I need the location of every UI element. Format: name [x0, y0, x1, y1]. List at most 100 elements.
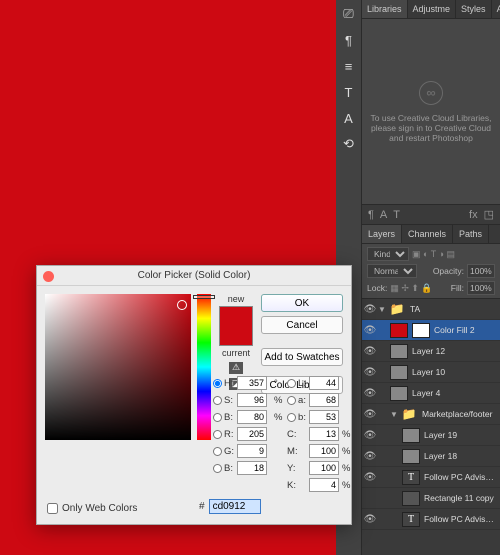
opacity-label: Opacity:	[433, 266, 464, 276]
layer-row[interactable]: 👁Layer 12	[362, 341, 500, 362]
color-values-grid: H:° L: S:% a: B:% b: R: C:% G: M:% B: Y:…	[213, 376, 349, 492]
visibility-icon[interactable]: 👁	[362, 325, 378, 336]
layer-row[interactable]: 👁Layer 19	[362, 425, 500, 446]
layer-thumb	[390, 365, 408, 380]
tool-icon[interactable]: ⎚	[341, 6, 357, 22]
color-swatch	[219, 306, 253, 346]
bb-radio[interactable]: b:	[287, 412, 306, 423]
tab-paths[interactable]: Paths	[453, 225, 489, 243]
l-input[interactable]	[309, 376, 339, 390]
tab-layers[interactable]: Layers	[362, 225, 402, 243]
minipanel-icon[interactable]: ¶	[368, 209, 374, 221]
bb-label[interactable]: B:	[213, 463, 234, 474]
layer-thumb: T	[402, 512, 420, 527]
a-input[interactable]	[309, 393, 339, 407]
tab-channels[interactable]: Channels	[402, 225, 453, 243]
color-picker-dialog: Color Picker (Solid Color) new current ⚠…	[36, 265, 352, 525]
tool-icon[interactable]: T	[341, 84, 357, 100]
y-label: Y:	[287, 463, 306, 474]
minipanel-icon[interactable]: fx	[469, 209, 478, 221]
visibility-icon[interactable]: 👁	[362, 430, 378, 441]
visibility-icon[interactable]: 👁	[362, 304, 378, 315]
tool-icon[interactable]: A	[341, 110, 357, 126]
opacity-input[interactable]	[467, 264, 495, 278]
disclosure-icon[interactable]: ▼	[390, 410, 400, 419]
gamut-warning-icon[interactable]: ⚠	[229, 362, 243, 374]
bv-radio[interactable]: B:	[213, 412, 234, 423]
bb-input[interactable]	[237, 461, 267, 475]
bv-input[interactable]	[237, 410, 267, 424]
c-label: C:	[287, 429, 306, 440]
visibility-icon[interactable]: 👁	[362, 409, 378, 420]
fill-label: Fill:	[451, 283, 464, 293]
layer-thumb	[390, 386, 408, 401]
c-input[interactable]	[309, 427, 339, 441]
layer-kind-select[interactable]: Kind	[367, 247, 409, 261]
tool-icon[interactable]: ⟲	[341, 136, 357, 152]
hash-label: #	[199, 501, 205, 512]
layer-row[interactable]: 👁▼📁TA	[362, 299, 500, 320]
tab-styles[interactable]: Styles	[456, 0, 492, 18]
layer-row[interactable]: Rectangle 11 copy	[362, 488, 500, 509]
lock-icons[interactable]: ▦ ✢ ⬆ 🔒	[390, 283, 432, 294]
lib-text: To use Creative Cloud Libraries,	[371, 113, 492, 123]
k-input[interactable]	[309, 478, 339, 492]
h-radio[interactable]: H:	[213, 378, 234, 389]
tool-icon[interactable]: ≡	[341, 58, 357, 74]
minipanel-icon[interactable]: ◳	[484, 208, 494, 221]
s-radio[interactable]: S:	[213, 395, 234, 406]
minipanel-icon[interactable]: T	[393, 209, 400, 221]
fill-input[interactable]	[467, 281, 495, 295]
layers-list[interactable]: 👁▼📁TA👁Color Fill 2👁Layer 12👁Layer 10👁Lay…	[362, 299, 500, 555]
layer-row[interactable]: 👁 Layer 18	[362, 446, 500, 467]
g-label[interactable]: G:	[213, 446, 234, 457]
hue-handle[interactable]	[193, 295, 215, 299]
ok-button[interactable]: OK	[261, 294, 343, 312]
visibility-icon[interactable]: 👁	[362, 451, 378, 462]
filter-icons[interactable]: ▣ ◐ T ◑ ▤	[412, 249, 455, 260]
tab-actions[interactable]: Actions	[492, 0, 500, 18]
layer-thumb	[402, 491, 420, 506]
layer-name: Layer 4	[412, 388, 497, 398]
visibility-icon[interactable]: 👁	[362, 388, 378, 399]
layer-row[interactable]: 👁TFollow PC Advisor on Twitt…	[362, 509, 500, 530]
tab-adjustments[interactable]: Adjustme	[408, 0, 457, 18]
h-input[interactable]	[237, 376, 267, 390]
l-radio[interactable]: L:	[287, 378, 306, 389]
minipanel-icon[interactable]: A	[380, 209, 387, 221]
visibility-icon[interactable]: 👁	[362, 367, 378, 378]
layer-row[interactable]: 👁▼📁Marketplace/footer	[362, 404, 500, 425]
add-swatches-button[interactable]: Add to Swatches	[261, 348, 343, 366]
layer-row[interactable]: 👁Color Fill 2	[362, 320, 500, 341]
close-icon[interactable]	[43, 271, 54, 282]
cancel-button[interactable]: Cancel	[261, 316, 343, 334]
r-label[interactable]: R:	[213, 429, 234, 440]
g-input[interactable]	[237, 444, 267, 458]
color-field[interactable]	[45, 294, 191, 440]
hue-slider[interactable]	[197, 294, 211, 440]
layer-row[interactable]: 👁TFollow PC Advisor on Face…	[362, 467, 500, 488]
b-input[interactable]	[309, 410, 339, 424]
r-input[interactable]	[237, 427, 267, 441]
m-input[interactable]	[309, 444, 339, 458]
y-input[interactable]	[309, 461, 339, 475]
visibility-icon[interactable]: 👁	[362, 472, 378, 483]
tab-libraries[interactable]: Libraries	[362, 0, 408, 18]
layer-name: Follow PC Advisor on Face…	[424, 472, 497, 482]
hex-input[interactable]	[209, 499, 261, 514]
lib-text: and restart Photoshop	[389, 133, 473, 143]
visibility-icon[interactable]: 👁	[362, 346, 378, 357]
lib-text: please sign in to Creative Cloud	[371, 123, 491, 133]
a-radio[interactable]: a:	[287, 395, 306, 406]
disclosure-icon[interactable]: ▼	[378, 305, 388, 314]
s-input[interactable]	[237, 393, 267, 407]
layer-name: Layer 18	[424, 451, 497, 461]
layer-row[interactable]: 👁 Layer 4	[362, 383, 500, 404]
color-marker[interactable]	[177, 300, 187, 310]
visibility-icon[interactable]: 👁	[362, 514, 378, 525]
blend-mode-select[interactable]: Normal	[367, 264, 417, 278]
only-web-colors-checkbox[interactable]	[47, 503, 58, 514]
hex-row: #	[199, 499, 261, 514]
tool-icon[interactable]: ¶	[341, 32, 357, 48]
layer-row[interactable]: 👁Layer 10	[362, 362, 500, 383]
